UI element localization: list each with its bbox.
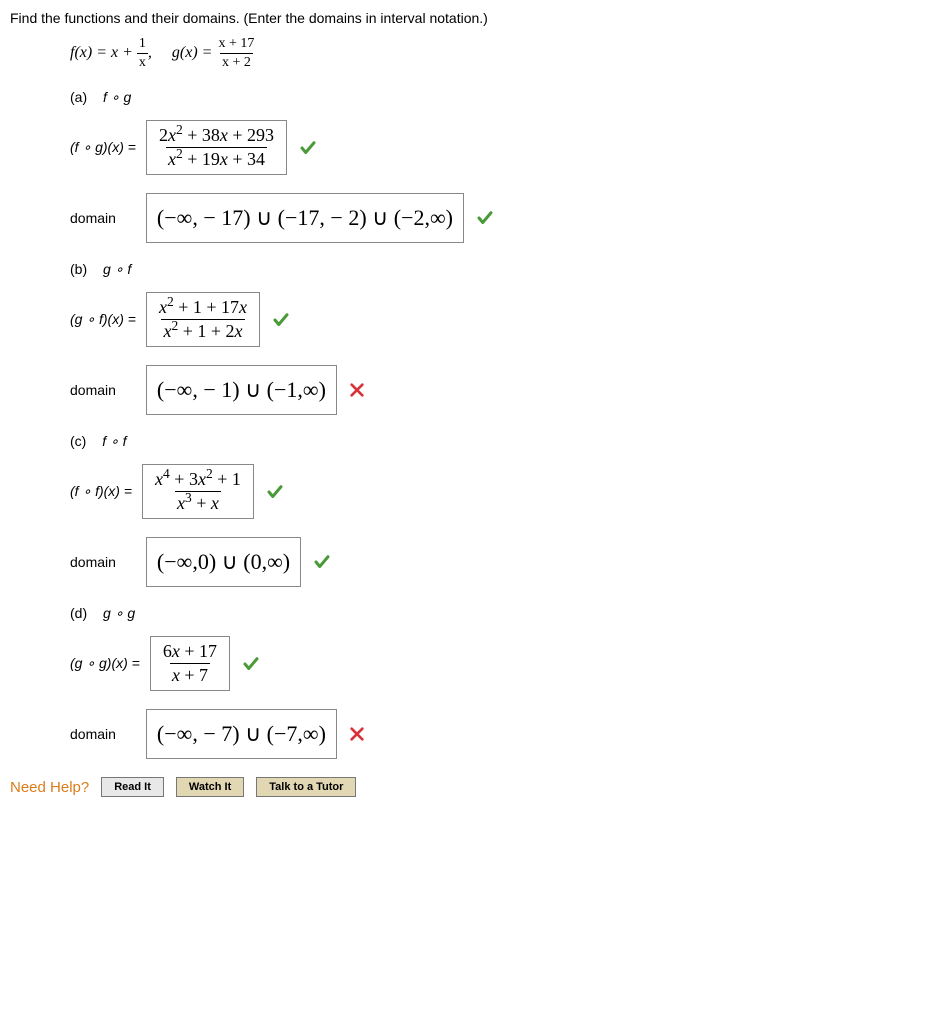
check-icon — [272, 311, 290, 329]
g-frac: x + 17 x + 2 — [216, 36, 256, 71]
part-a-pn: (a) — [70, 89, 87, 105]
check-icon — [313, 553, 331, 571]
part-a-fn-den: x2 + 19x + 34 — [166, 147, 267, 170]
part-c-fn-num: x4 + 3x2 + 1 — [153, 469, 243, 491]
part-d-domain-label: domain — [70, 726, 116, 742]
part-c-comp: f ∘ f — [102, 433, 126, 449]
part-b-domain-label: domain — [70, 382, 116, 398]
part-b-domain-row: domain (−∞, − 1) ∪ (−1,∞) — [70, 365, 941, 415]
f-frac: 1 x — [137, 36, 148, 71]
part-a-comp: f ∘ g — [103, 89, 131, 105]
part-d-pn: (d) — [70, 605, 87, 621]
content-area: f(x) = x + 1 x , g(x) = x + 17 x + 2 (a)… — [10, 36, 941, 759]
part-a-domain-row: domain (−∞, − 17) ∪ (−17, − 2) ∪ (−2,∞) — [70, 193, 941, 243]
part-d-fn-den: x + 7 — [170, 663, 210, 686]
part-a-fn-row: (f ∘ g)(x) = 2x2 + 38x + 293 x2 + 19x + … — [70, 120, 941, 175]
sep: , — [148, 44, 152, 61]
f-lhs: f(x) = x + — [70, 44, 137, 61]
part-d-fn-row: (g ∘ g)(x) = 6x + 17 x + 7 — [70, 636, 941, 691]
part-b-fn-num: x2 + 1 + 17x — [157, 297, 249, 319]
part-b-domain-answer[interactable]: (−∞, − 1) ∪ (−1,∞) — [146, 365, 337, 415]
instructions: Find the functions and their domains. (E… — [10, 10, 941, 26]
part-c-fn-frac: x4 + 3x2 + 1 x3 + x — [153, 469, 243, 514]
part-a-fn-frac: 2x2 + 38x + 293 x2 + 19x + 34 — [157, 125, 276, 170]
talk-to-tutor-button[interactable]: Talk to a Tutor — [256, 777, 356, 797]
part-d-fn-frac: 6x + 17 x + 7 — [161, 641, 219, 686]
part-c-domain-row: domain (−∞,0) ∪ (0,∞) — [70, 537, 941, 587]
need-help-label: Need Help? — [10, 779, 89, 796]
part-b-comp: g ∘ f — [103, 261, 131, 277]
cross-icon — [349, 726, 365, 742]
part-c-fn-lhs: (f ∘ f)(x) = — [70, 483, 132, 500]
given-functions: f(x) = x + 1 x , g(x) = x + 17 x + 2 — [70, 36, 941, 71]
g-lhs: g(x) = — [172, 44, 217, 61]
g-frac-den: x + 2 — [220, 53, 253, 71]
part-a-fn-answer[interactable]: 2x2 + 38x + 293 x2 + 19x + 34 — [146, 120, 287, 175]
part-d-comp: g ∘ g — [103, 605, 135, 621]
f-frac-num: 1 — [137, 36, 148, 53]
part-d-domain-answer[interactable]: (−∞, − 7) ∪ (−7,∞) — [146, 709, 337, 759]
part-c-domain-label: domain — [70, 554, 116, 570]
part-b-label: (b) g ∘ f — [70, 261, 941, 278]
part-a-domain-label: domain — [70, 210, 116, 226]
part-d-label: (d) g ∘ g — [70, 605, 941, 622]
g-frac-num: x + 17 — [216, 36, 256, 53]
part-c-domain-answer[interactable]: (−∞,0) ∪ (0,∞) — [146, 537, 301, 587]
f-frac-den: x — [137, 53, 148, 71]
part-a-label: (a) f ∘ g — [70, 89, 941, 106]
check-icon — [299, 139, 317, 157]
part-d-fn-num: 6x + 17 — [161, 641, 219, 663]
watch-it-button[interactable]: Watch It — [176, 777, 244, 797]
part-b-fn-lhs: (g ∘ f)(x) = — [70, 311, 136, 328]
check-icon — [242, 655, 260, 673]
part-b-fn-frac: x2 + 1 + 17x x2 + 1 + 2x — [157, 297, 249, 342]
help-bar: Need Help? Read It Watch It Talk to a Tu… — [10, 777, 941, 797]
part-a-domain-answer[interactable]: (−∞, − 17) ∪ (−17, − 2) ∪ (−2,∞) — [146, 193, 464, 243]
cross-icon — [349, 382, 365, 398]
check-icon — [476, 209, 494, 227]
check-icon — [266, 483, 284, 501]
part-d-domain-row: domain (−∞, − 7) ∪ (−7,∞) — [70, 709, 941, 759]
read-it-button[interactable]: Read It — [101, 777, 164, 797]
part-c-pn: (c) — [70, 433, 86, 449]
part-c-fn-row: (f ∘ f)(x) = x4 + 3x2 + 1 x3 + x — [70, 464, 941, 519]
part-d-fn-answer[interactable]: 6x + 17 x + 7 — [150, 636, 230, 691]
part-b-fn-answer[interactable]: x2 + 1 + 17x x2 + 1 + 2x — [146, 292, 260, 347]
part-c-label: (c) f ∘ f — [70, 433, 941, 450]
part-c-fn-answer[interactable]: x4 + 3x2 + 1 x3 + x — [142, 464, 254, 519]
part-b-pn: (b) — [70, 261, 87, 277]
part-d-fn-lhs: (g ∘ g)(x) = — [70, 655, 140, 672]
part-b-fn-row: (g ∘ f)(x) = x2 + 1 + 17x x2 + 1 + 2x — [70, 292, 941, 347]
part-a-fn-lhs: (f ∘ g)(x) = — [70, 139, 136, 156]
part-a-fn-num: 2x2 + 38x + 293 — [157, 125, 276, 147]
part-c-fn-den: x3 + x — [175, 491, 221, 514]
part-b-fn-den: x2 + 1 + 2x — [161, 319, 244, 342]
